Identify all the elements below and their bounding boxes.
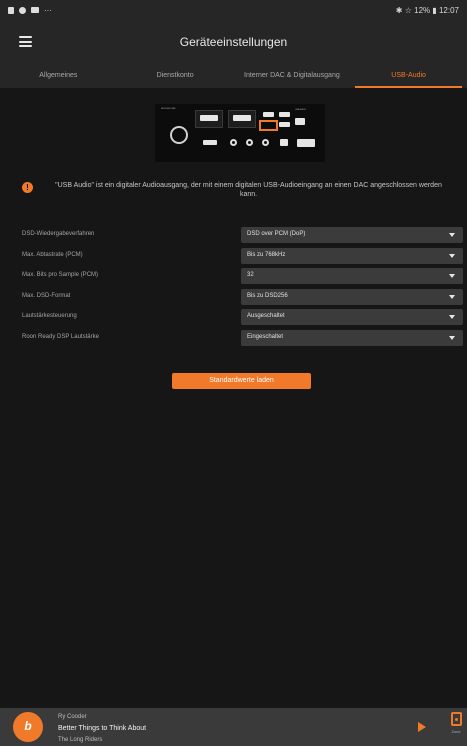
setting-label: Max. Abtastrate (PCM) [22,251,83,258]
setting-label: Lautstärkesteuerung [22,313,77,320]
dsp-volume-select[interactable]: Eingeschaltet [241,329,463,346]
setting-volume-control: Lautstärkesteuerung Ausgeschaltet [22,307,463,327]
max-bits-select[interactable]: 32 [241,268,463,285]
port-icon [263,112,274,117]
info-text: "USB Audio" ist ein digitaler Audioausga… [55,182,442,198]
track-artist: Ry Cooder [58,714,87,720]
setting-max-bits: Max. Bits pro Sample (PCM) 32 [22,266,463,286]
setting-label: Max. DSD-Format [22,292,71,299]
tab-interner-dac[interactable]: Interner DAC & Digitalausgang [234,64,351,88]
status-bar: ··· ✱ ☆ 12% ▮ 12:07 [0,0,467,20]
chevron-down-icon [449,335,455,340]
device-brand-label: NUCLEUS ONE [161,108,176,110]
power-connector-icon [170,126,188,144]
jack-icon [230,139,237,146]
settings-icon [19,6,26,14]
select-value: Ausgeschaltet [247,313,285,320]
chevron-down-icon [449,233,455,237]
setting-label: DSD-Wiedergabeverfahren [22,231,95,237]
port-icon [297,139,315,147]
port-icon [203,140,217,145]
dsd-playback-select[interactable]: DSD over PCM (DoP) [241,227,463,243]
zone-button[interactable]: Zone [448,712,464,742]
status-bar-right: ✱ ☆ 12% ▮ 12:07 [395,5,459,15]
chevron-down-icon [449,315,455,320]
port-icon [280,139,288,146]
setting-dsd-playback: DSD-Wiedergabeverfahren DSD over PCM (Do… [22,225,463,245]
settings-tabs: Allgemeines Dienstkonto Interner DAC & D… [0,64,467,88]
setting-max-sample-rate: Max. Abtastrate (PCM) Bis zu 768kHz [22,246,463,266]
page-title: Geräteeinstellungen [179,35,288,49]
app-bar: Geräteeinstellungen [0,20,467,64]
port-icon [200,115,218,121]
jack-icon [246,139,253,146]
setting-dsp-volume: Roon Ready DSP Lautstärke Eingeschaltet [22,328,463,348]
port-icon [233,115,251,121]
info-message: ! "USB Audio" ist ein digitaler Audioaus… [22,181,447,199]
track-title: Better Things to Think About [58,725,147,732]
tab-allgemeines[interactable]: Allgemeines [0,64,117,88]
select-value: 32 [247,272,254,279]
select-value: Eingeschaltet [247,333,284,340]
notification-icon [8,6,14,14]
tab-dienstkonto[interactable]: Dienstkonto [117,64,234,88]
jack-icon [262,139,269,146]
settings-list: DSD-Wiedergabeverfahren DSD over PCM (Do… [22,225,463,349]
status-bar-left: ··· [8,6,52,15]
select-value: Bis zu 768kHz [247,251,286,258]
port-icon [279,122,290,127]
now-playing-bar[interactable]: b Ry Cooder Better Things to Think About… [0,708,467,746]
max-dsd-format-select[interactable]: Bis zu DSD256 [241,288,463,305]
usb-audio-port-label: USB AUDIO [295,109,306,111]
info-icon: ! [22,182,33,193]
setting-max-dsd-format: Max. DSD-Format Bis zu DSD256 [22,287,463,307]
volume-control-select[interactable]: Ausgeschaltet [241,309,463,326]
select-value: DSD over PCM (DoP) [247,231,306,237]
chevron-down-icon [449,294,455,299]
tab-usb-audio[interactable]: USB-Audio [350,64,467,88]
track-album: The Long Riders [58,737,103,743]
setting-label: Max. Bits pro Sample (PCM) [22,272,99,279]
max-sample-rate-select[interactable]: Bis zu 768kHz [241,247,463,264]
port-icon [295,118,305,125]
app-logo-icon[interactable]: b [13,712,43,742]
chevron-down-icon [449,253,455,258]
more-dots: ··· [44,5,52,15]
chevron-down-icon [449,274,455,279]
setting-label: Roon Ready DSP Lautstärke [22,333,99,340]
port-icon [279,112,290,117]
zone-label: Zone [451,729,461,734]
logo-text: b [24,719,32,733]
play-icon[interactable] [418,722,426,732]
load-defaults-button[interactable]: Standardwerte laden [172,373,311,389]
speaker-icon [450,712,462,726]
device-rear-panel-image: NUCLEUS ONE USB AUDIO [155,104,325,162]
mail-icon [31,7,39,13]
select-value: Bis zu DSD256 [247,292,288,299]
usb-audio-port-highlight [259,120,278,131]
